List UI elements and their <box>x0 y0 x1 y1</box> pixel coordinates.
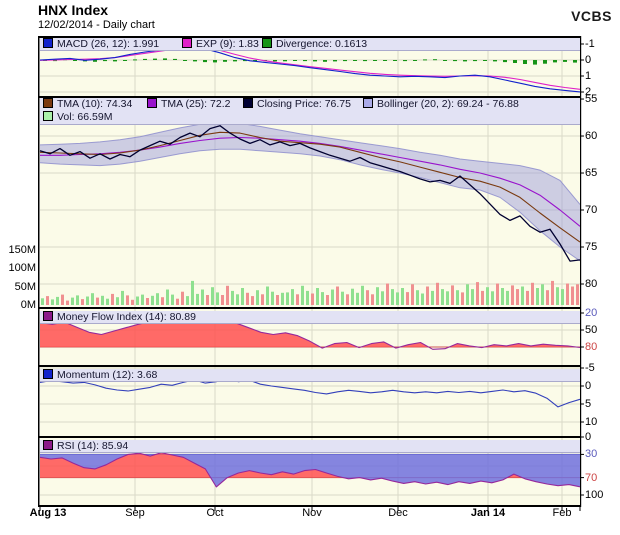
axis-tick-label: 80 <box>585 341 598 353</box>
chart-canvas <box>38 36 584 511</box>
legend-swatch-icon <box>43 311 53 321</box>
legend-swatch-icon <box>43 38 53 48</box>
legend-swatch-icon <box>262 38 272 48</box>
axis-tick-label: 75 <box>585 241 598 253</box>
legend-swatch-icon <box>182 38 192 48</box>
legend-swatch-icon <box>43 369 53 379</box>
legend-item: Money Flow Index (14): 80.89 <box>43 311 196 323</box>
legend-label: Divergence: 0.1613 <box>276 38 368 50</box>
brand-logo: VCBS <box>571 8 612 24</box>
axis-tick-label: 100 <box>585 489 604 501</box>
axis-tick-label: 30 <box>585 448 598 461</box>
legend-row: Momentum (12): 3.68 <box>40 369 580 381</box>
legend-label: RSI (14): 85.94 <box>57 440 129 452</box>
axis-tick-label: 65 <box>585 167 598 180</box>
legend-item: TMA (10): 74.34 <box>43 98 132 111</box>
legend-label: Vol: 66.59M <box>57 111 113 123</box>
macd-legend: MACD (26, 12): 1.991 EXP (9): 1.83 Diverge… <box>40 38 580 51</box>
x-axis-label: Dec <box>388 507 408 519</box>
legend-item: EXP (9): 1.83 <box>182 38 259 50</box>
legend-item: Closing Price: 76.75 <box>243 98 351 111</box>
legend-row: MACD (26, 12): 1.991 EXP (9): 1.83 Diverge… <box>40 38 580 50</box>
axis-tick-label: 100M <box>8 262 36 274</box>
rsi-legend: RSI (14): 85.94 <box>40 440 580 453</box>
legend-item: MACD (26, 12): 1.991 <box>43 38 160 50</box>
legend-swatch-icon <box>243 98 253 108</box>
page-title: HNX Index <box>38 2 109 18</box>
chart-window: HNX Index 12/02/2014 - Daily chart VCBS … <box>0 0 620 535</box>
legend-swatch-icon <box>43 440 53 450</box>
x-axis-label: Oct <box>206 507 224 519</box>
legend-row: Vol: 66.59M <box>40 111 580 124</box>
legend-item: Divergence: 0.1613 <box>262 38 368 50</box>
momentum-legend: Momentum (12): 3.68 <box>40 369 580 382</box>
legend-label: TMA (25): 72.2 <box>161 98 231 110</box>
chart-date-subtitle: 12/02/2014 - Daily chart <box>38 19 155 31</box>
axis-tick-label: 5 <box>585 398 592 410</box>
axis-tick-label: 20 <box>585 307 598 319</box>
legend-label: Momentum (12): 3.68 <box>57 369 158 381</box>
legend-item: TMA (25): 72.2 <box>147 98 230 111</box>
legend-item: Bollinger (20, 2): 69.24 - 76.88 <box>363 98 519 111</box>
axis-tick-label: 50 <box>585 324 598 336</box>
legend-item: RSI (14): 85.94 <box>43 440 129 452</box>
legend-row: RSI (14): 85.94 <box>40 440 580 452</box>
legend-label: EXP (9): 1.83 <box>196 38 259 50</box>
x-axis-label: Nov <box>302 507 322 519</box>
axis-tick-label: 70 <box>585 471 598 484</box>
axis-tick-label: 10 <box>585 415 598 428</box>
axis-tick-label: 50M <box>14 280 36 293</box>
axis-tick-label: 80 <box>585 277 598 290</box>
legend-label: Money Flow Index (14): 80.89 <box>57 311 196 323</box>
axis-tick-label: -1 <box>585 38 595 50</box>
legend-swatch-icon <box>363 98 373 108</box>
legend-row: Money Flow Index (14): 80.89 <box>40 311 580 323</box>
x-axis-label: Jan 14 <box>470 507 506 519</box>
axis-tick-label: 0 <box>585 380 592 392</box>
axis-tick-label: 0M <box>20 299 36 311</box>
price-panel <box>39 98 584 307</box>
legend-item: Momentum (12): 3.68 <box>43 369 158 381</box>
legend-swatch-icon <box>43 111 53 121</box>
axis-tick-label: 0 <box>585 431 592 443</box>
legend-label: Bollinger (20, 2): 69.24 - 76.88 <box>377 98 519 110</box>
legend-row: TMA (10): 74.34 TMA (25): 72.2 Closing Pri… <box>40 98 580 111</box>
mfi-legend: Money Flow Index (14): 80.89 <box>40 311 580 324</box>
legend-label: Closing Price: 76.75 <box>257 98 351 110</box>
axis-tick-label: 55 <box>585 93 598 106</box>
legend-item: Vol: 66.59M <box>43 111 112 124</box>
axis-tick-label: 150M <box>8 243 36 256</box>
legend-swatch-icon <box>147 98 157 108</box>
axis-tick-label: 0 <box>585 54 592 66</box>
price-legend: TMA (10): 74.34 TMA (25): 72.2 Closing Pri… <box>40 98 580 125</box>
x-axis-label: Aug 13 <box>29 507 67 519</box>
legend-swatch-icon <box>43 98 53 108</box>
x-axis-label: Sep <box>125 507 145 519</box>
axis-tick-label: 70 <box>585 204 598 216</box>
axis-tick-label: -5 <box>585 362 595 374</box>
x-axis-label: Feb <box>552 507 572 519</box>
legend-label: TMA (10): 74.34 <box>57 98 133 110</box>
axis-tick-label: 1 <box>585 70 592 82</box>
legend-label: MACD (26, 12): 1.991 <box>57 38 160 50</box>
axis-tick-label: 60 <box>585 130 598 143</box>
